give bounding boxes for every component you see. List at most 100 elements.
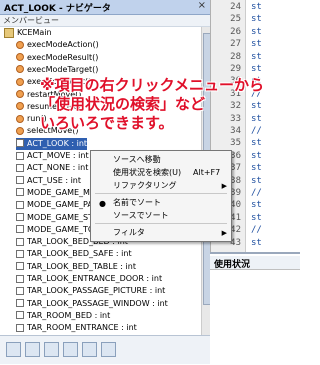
tree-item-field[interactable]: ACT_MOVE : int xyxy=(16,150,89,162)
submenu-arrow-icon: ▶ xyxy=(221,182,227,190)
line-number: 27 xyxy=(230,39,241,50)
menu-item-label: 名前でソート xyxy=(113,198,161,207)
code-line: st xyxy=(251,14,262,25)
field-icon xyxy=(16,249,24,258)
tree-item-label: TAR_LOOK_BED_TABLE : int xyxy=(27,261,136,271)
tree-item-label: KCEMain xyxy=(17,28,52,37)
tree-item-field[interactable]: TAR_ROOM_ENTRANCE : int xyxy=(16,322,137,334)
method-icon xyxy=(16,53,24,62)
menu-item[interactable]: リファクタリング ▶ xyxy=(91,180,231,192)
tree-item-label: ACT_NONE : int xyxy=(27,163,89,173)
code-line: st xyxy=(251,64,262,74)
filter-private-icon[interactable] xyxy=(44,342,59,357)
menu-item-label: ソースへ移動 xyxy=(113,155,161,164)
code-line: st xyxy=(251,2,262,12)
tree-item-method[interactable]: execModeTarget() xyxy=(16,64,98,76)
usage-panel-title: 使用状況 xyxy=(214,260,251,270)
sort-name-icon[interactable] xyxy=(82,342,97,357)
member-view-header[interactable]: メンバービュー xyxy=(0,15,210,27)
field-icon xyxy=(16,237,24,246)
tree-item-label: execModeTarget() xyxy=(27,64,99,74)
usage-panel: 使用状況 xyxy=(210,252,300,365)
method-icon xyxy=(16,90,24,98)
line-number: 35 xyxy=(230,138,241,149)
field-icon xyxy=(16,188,24,197)
tree-item-label: TAR_LOOK_ENTRANCE_DOOR : int xyxy=(27,274,163,283)
line-number: 28 xyxy=(230,51,241,62)
menu-separator xyxy=(95,223,227,224)
tree-item-field[interactable]: TAR_LOOK_PASSAGE_PICTURE : int xyxy=(16,285,165,297)
line-number: 26 xyxy=(230,26,241,37)
field-icon xyxy=(16,262,24,271)
tree-item-label: TAR_ROOM_ENTRANCE : int xyxy=(27,323,137,333)
annotation-line-1: ※項目の右クリックメニューから xyxy=(40,76,264,94)
code-line: st xyxy=(251,51,262,62)
field-icon xyxy=(16,323,24,332)
field-icon xyxy=(16,213,24,221)
tree-item-field[interactable]: TAR_LOOK_PASSAGE_WINDOW : int xyxy=(16,298,168,310)
filter-fields-icon[interactable] xyxy=(6,342,21,357)
code-line: st xyxy=(251,200,262,211)
tree-item-method[interactable]: execModeAction() xyxy=(16,39,99,51)
field-icon xyxy=(16,139,24,148)
line-number: 24 xyxy=(230,2,241,12)
tree-item-method[interactable]: execModeResult() xyxy=(16,52,98,64)
code-line: st xyxy=(251,163,262,174)
tree-item-label: ACT_MOVE : int xyxy=(27,151,89,160)
tree-item-label: TAR_ROOM_BED : int xyxy=(27,310,111,320)
member-view-label: メンバービュー xyxy=(3,16,59,25)
method-icon xyxy=(16,114,24,123)
field-icon xyxy=(16,299,24,308)
tree-item-field[interactable]: ACT_LOOK : int xyxy=(16,137,88,150)
menu-item-shortcut: Alt+F7 xyxy=(193,168,221,177)
menu-item[interactable]: ソースでソート xyxy=(91,210,231,222)
submenu-arrow-icon: ▶ xyxy=(221,229,227,237)
line-number: 29 xyxy=(230,64,241,74)
field-icon xyxy=(16,176,24,185)
field-icon xyxy=(16,274,24,283)
code-line: st xyxy=(251,212,262,223)
context-menu: ソースへ移動使用状況を検索(U) Alt+F7 リファクタリング ▶ ● 名前でソート ソー… xyxy=(90,150,232,242)
tree-item-field[interactable]: TAR_LOOK_ENTRANCE_DOOR : int xyxy=(16,273,162,285)
code-line: st xyxy=(251,39,262,50)
method-icon xyxy=(16,65,24,74)
code-line: st xyxy=(251,26,262,37)
code-line: st xyxy=(251,138,262,149)
sort-source-icon[interactable] xyxy=(101,342,116,357)
code-line: // xyxy=(251,188,262,198)
tree-item-field[interactable]: ACT_NONE : int xyxy=(16,162,88,174)
menu-item-label: リファクタリング xyxy=(113,181,177,190)
tree-item-label: TAR_LOOK_BED_SAFE : int xyxy=(27,249,132,259)
class-icon xyxy=(4,27,14,38)
tree-item-label: execModeAction() xyxy=(27,40,99,50)
tree-item-field[interactable]: TAR_ROOM_BED : int xyxy=(16,310,110,322)
menu-item[interactable]: 使用状況を検索(U) Alt+F7 xyxy=(91,167,231,179)
tree-item-field[interactable]: TAR_LOOK_BED_TABLE : int xyxy=(16,261,136,273)
field-icon xyxy=(16,286,24,295)
code-line: // xyxy=(251,225,262,236)
tree-item-label: TAR_LOOK_PASSAGE_PICTURE : int xyxy=(27,286,166,296)
filter-static-icon[interactable] xyxy=(25,342,40,357)
tree-item-label: execModeResult() xyxy=(27,52,99,62)
tree-root[interactable]: KCEMain xyxy=(4,27,52,39)
navigator-toolbar xyxy=(0,335,210,364)
menu-item-label: フィルタ xyxy=(113,228,145,237)
tree-item-label: ACT_LOOK : int xyxy=(27,138,88,148)
menu-item[interactable]: ● 名前でソート xyxy=(91,197,231,209)
tree-item-label: TAR_LOOK_PASSAGE_WINDOW : int xyxy=(27,298,168,308)
field-icon xyxy=(16,200,24,209)
tree-item-label: ACT_USE : int xyxy=(27,175,82,185)
menu-item[interactable]: ソースへ移動 xyxy=(91,154,231,166)
close-icon[interactable]: × xyxy=(198,0,206,11)
field-icon xyxy=(16,163,24,172)
code-line: st xyxy=(251,150,262,161)
navigator-titlebar: ACT_LOOK - ナビゲータ × xyxy=(0,0,210,15)
filter-inherited-icon[interactable] xyxy=(63,342,78,357)
menu-item-label: 使用状況を検索(U) xyxy=(113,168,182,177)
menu-separator xyxy=(95,193,227,194)
tree-item-field[interactable]: TAR_LOOK_BED_SAFE : int xyxy=(16,248,132,260)
usage-panel-header[interactable]: 使用状況 xyxy=(210,256,300,270)
menu-item[interactable]: フィルタ ▶ xyxy=(91,227,231,239)
tree-item-field[interactable]: ACT_USE : int xyxy=(16,175,81,187)
method-icon xyxy=(16,126,24,135)
